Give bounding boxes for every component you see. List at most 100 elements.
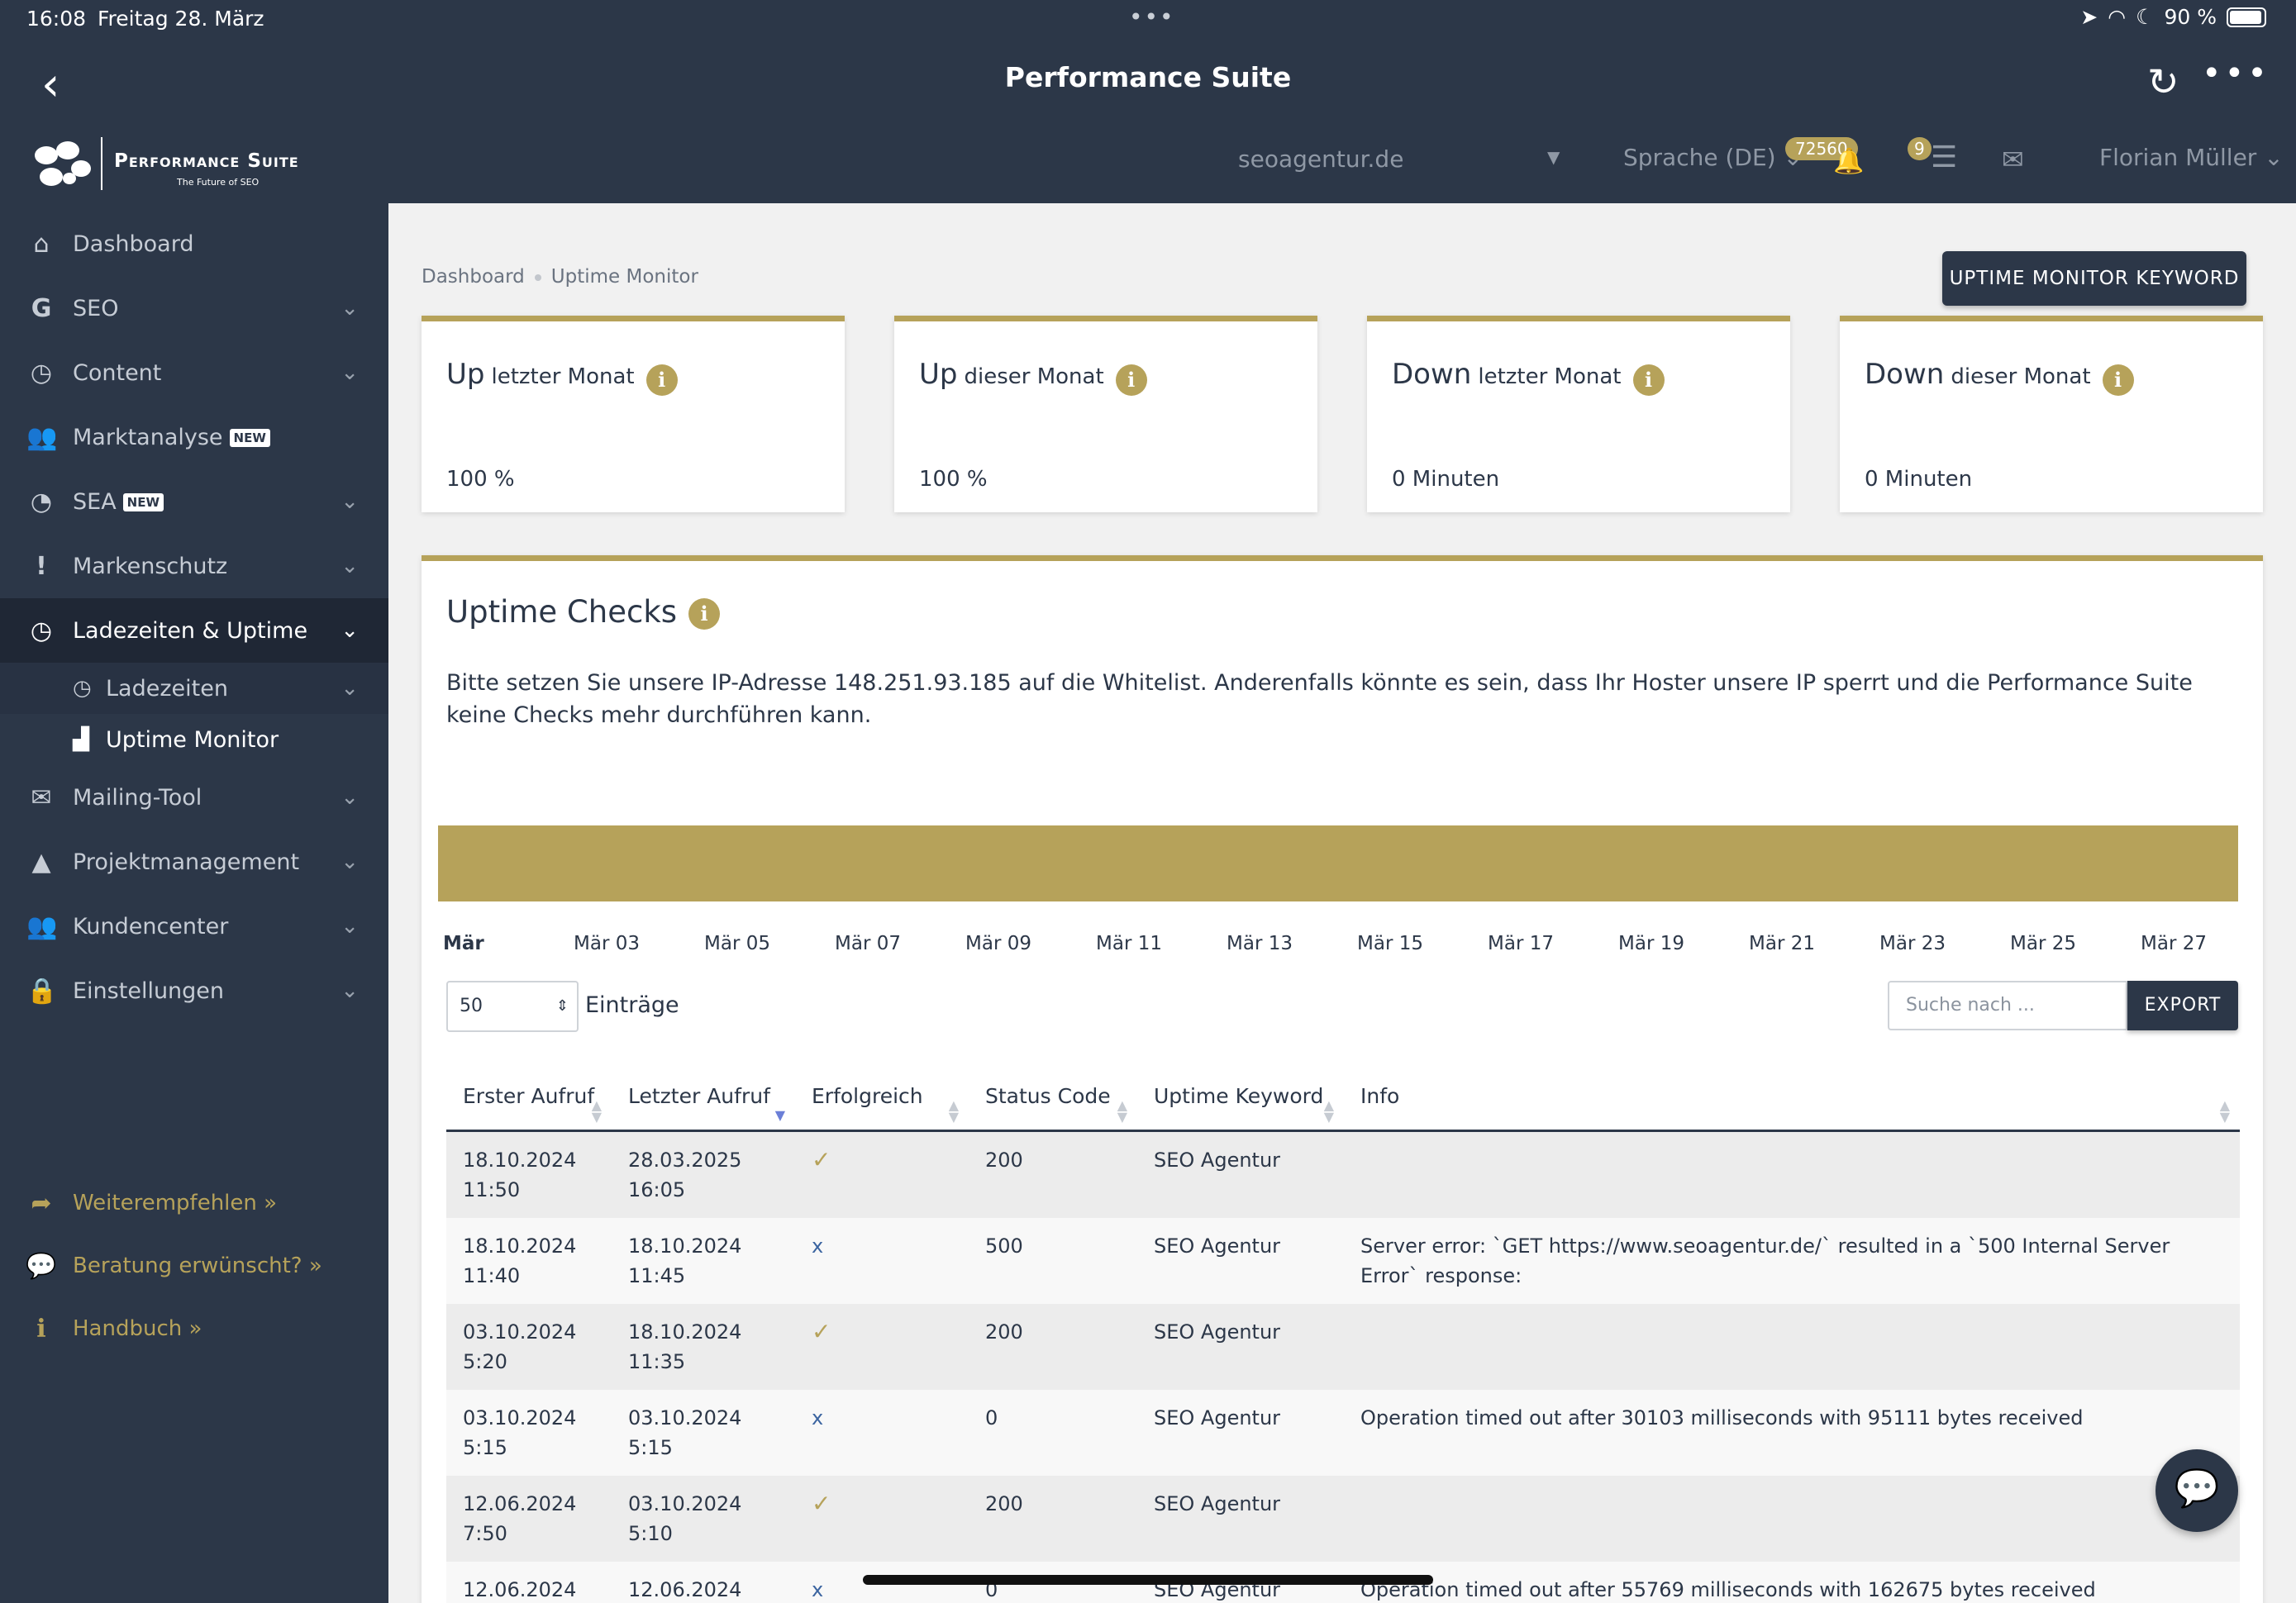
status-time: 16:08 (26, 7, 87, 31)
entries-per-page-select[interactable]: 50 ⇕ (446, 981, 579, 1032)
stat-card-title: Up (919, 358, 958, 391)
sidebar-subitem-label: Uptime Monitor (106, 726, 279, 753)
link-beratung[interactable]: 💬 Beratung erwünscht? » (0, 1234, 388, 1297)
sidebar-subitem-uptime-monitor[interactable]: ▟ Uptime Monitor (0, 714, 388, 765)
sidebar-item-markenschutz[interactable]: ! Markenschutz ⌄ (0, 534, 388, 598)
sidebar-item-einstellungen[interactable]: 🔒 Einstellungen ⌄ (0, 958, 388, 1023)
sidebar-subitem-ladezeiten[interactable]: ◷ Ladezeiten ⌄ (0, 663, 388, 714)
info-icon[interactable]: i (1115, 364, 1147, 396)
stat-card-title: Down (1392, 358, 1472, 391)
bell-icon[interactable]: 🔔 (1833, 147, 1864, 176)
moon-icon: ☾ (2136, 5, 2155, 29)
stat-card-value: 0 Minuten (1392, 467, 1500, 492)
axis-tick-label: Mär 07 (835, 933, 901, 954)
cell-last: 03.10.2024 5:10 (612, 1476, 795, 1562)
reload-icon[interactable]: ↻ (2147, 59, 2179, 104)
axis-tick-label: Mär (443, 933, 484, 954)
sort-icon: ▲ ▼ (1323, 1097, 1334, 1125)
sidebar-extra-links: ➦ Weiterempfehlen » 💬 Beratung erwünscht… (0, 1172, 388, 1360)
info-icon[interactable]: i (645, 364, 678, 396)
info-icon[interactable]: i (1632, 364, 1665, 396)
language-select[interactable]: Sprache (DE) ⌄ (1623, 144, 1803, 171)
envelope-icon[interactable]: ✉ (2002, 144, 2024, 175)
stat-card-value: 0 Minuten (1865, 467, 1973, 492)
timeline-axis: Mär Mär 03 Mär 05 Mär 07 Mär 09 Mär 11 Mär 13 M… (422, 933, 2263, 966)
battery-icon (2227, 7, 2266, 27)
domain-select[interactable]: seoagentur.de (1238, 145, 1403, 173)
table-row: 18.10.2024 11:50 28.03.2025 16:05 ✓ 200 SEO … (446, 1130, 2240, 1218)
home-indicator (863, 1575, 1433, 1585)
axis-tick-label: Mär 21 (1749, 933, 1815, 954)
link-weiterempfehlen[interactable]: ➦ Weiterempfehlen » (0, 1172, 388, 1234)
sort-icon: ▲ ▼ (948, 1097, 959, 1125)
status-bar: 16:08 Freitag 28. März ••• ➤ ◠ ☾ 90 % (0, 0, 2296, 40)
cell-first: 12.06.2024 7:50 (446, 1476, 612, 1562)
sidebar-item-label: Dashboard (73, 231, 194, 257)
sidebar-item-mailing-tool[interactable]: ✉ Mailing-Tool ⌄ (0, 765, 388, 830)
sidebar-item-sea[interactable]: ◔ SEA NEW ⌄ (0, 469, 388, 534)
task-list-icon[interactable]: ☰ (1931, 140, 1957, 174)
more-icon[interactable]: ••• (2202, 55, 2270, 93)
cell-code: 500 (969, 1218, 1137, 1304)
link-handbuch[interactable]: i Handbuch » (0, 1297, 388, 1360)
cell-success: x (795, 1390, 969, 1476)
search-input[interactable]: Suche nach ... (1888, 981, 2127, 1030)
info-icon[interactable]: i (2102, 364, 2134, 396)
sidebar-item-ladezeiten-uptime[interactable]: ◷ Ladezeiten & Uptime ⌄ (0, 598, 388, 663)
cell-info: Server error: `GET https://www.seoagentu… (1344, 1218, 2240, 1304)
column-header-uptime-keyword[interactable]: Uptime Keyword ▲ ▼ (1137, 1072, 1344, 1132)
brand-tagline: The Future of SEO (177, 177, 260, 188)
multitask-dots-icon[interactable]: ••• (1129, 3, 1175, 31)
sidebar-item-label: Marktanalyse NEW (73, 425, 270, 450)
top-toolbar: seoagentur.de ▼ Sprache (DE) ⌄ 72560 🔔 9… (388, 122, 2296, 203)
sidebar-item-label: Content (73, 359, 162, 386)
sidebar-item-dashboard[interactable]: ⌂ Dashboard (0, 212, 388, 276)
table-row: 18.10.2024 11:40 18.10.2024 11:45 x 500 SEO … (446, 1218, 2240, 1304)
sidebar-item-kundencenter[interactable]: 👥 Kundencenter ⌄ (0, 894, 388, 958)
sidebar-item-content[interactable]: ◷ Content ⌄ (0, 340, 388, 405)
column-header-info[interactable]: Info ▲ ▼ (1344, 1072, 2240, 1132)
chevron-down-icon: ⌄ (341, 554, 359, 578)
logo-mark-icon (35, 141, 91, 186)
cell-first: 18.10.2024 11:40 (446, 1218, 612, 1304)
chat-bubble-button[interactable]: 💬 (2155, 1449, 2238, 1532)
brand-logo[interactable]: Performance Suite The Future of SEO (30, 134, 360, 200)
export-button[interactable]: EXPORT (2127, 981, 2238, 1030)
sidebar-item-projektmanagement[interactable]: ▲ Projektmanagement ⌄ (0, 830, 388, 894)
cell-keyword: SEO Agentur (1137, 1476, 1344, 1562)
sidebar-item-label: SEO (73, 295, 119, 321)
chat-icon: 💬 (2174, 1467, 2220, 1510)
breadcrumb-separator (534, 274, 541, 281)
cell-last: 28.03.2025 16:05 (612, 1130, 795, 1218)
cell-first: 03.10.2024 5:15 (446, 1390, 612, 1476)
clock-icon: ◷ (73, 676, 92, 701)
sidebar-item-marktanalyse[interactable]: 👥 Marktanalyse NEW (0, 405, 388, 469)
info-icon: i (36, 1314, 46, 1344)
sidebar-item-seo[interactable]: G SEO ⌄ (0, 276, 388, 340)
sidebar-item-label: Markenschutz (73, 553, 228, 579)
stat-card-value: 100 % (919, 467, 988, 492)
cell-keyword: SEO Agentur (1137, 1304, 1344, 1390)
column-header-success[interactable]: Erfolgreich ▲ ▼ (795, 1072, 969, 1132)
cell-keyword: SEO Agentur (1137, 1130, 1344, 1218)
cell-info (1344, 1304, 2240, 1390)
user-menu[interactable]: Florian Müller ⌄ (2099, 144, 2284, 171)
column-header-status-code[interactable]: Status Code ▲ ▼ (969, 1072, 1137, 1132)
cell-success: ✓ (795, 1130, 969, 1218)
axis-tick-label: Mär 11 (1096, 933, 1162, 954)
caret-down-icon[interactable]: ▼ (1547, 147, 1560, 167)
lock-icon: 🔒 (26, 976, 58, 1006)
info-icon[interactable]: i (688, 597, 721, 630)
stat-card-subtitle: letzter Monat (491, 364, 635, 389)
column-header-first-call[interactable]: Erster Aufruf ▲ ▼ (446, 1072, 612, 1132)
chevron-down-icon: ⌄ (341, 978, 359, 1003)
axis-tick-label: Mär 09 (965, 933, 1031, 954)
uptime-timeline-bar[interactable] (438, 825, 2238, 901)
column-header-last-call[interactable]: Letzter Aufruf ▼ (612, 1072, 795, 1132)
sidebar-item-label: Projektmanagement (73, 849, 300, 875)
cell-info: Operation timed out after 55769 millisec… (1344, 1562, 2240, 1603)
uptime-monitor-keyword-button[interactable]: UPTIME MONITOR KEYWORD (1942, 251, 2246, 306)
breadcrumb-dashboard[interactable]: Dashboard (422, 266, 525, 288)
brand-name: Performance Suite (114, 150, 299, 172)
table-row: 12.06.2024 7:50 03.10.2024 5:10 ✓ 200 SEO Ag… (446, 1476, 2240, 1562)
